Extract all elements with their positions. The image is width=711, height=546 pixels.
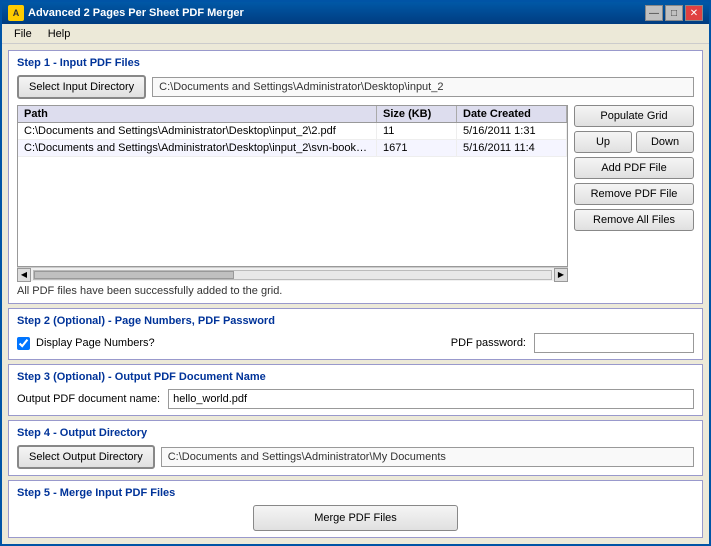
table-row[interactable]: C:\Documents and Settings\Administrator\… (18, 140, 567, 157)
main-window: A Advanced 2 Pages Per Sheet PDF Merger … (0, 0, 711, 546)
step3-section: Step 3 (Optional) - Output PDF Document … (8, 364, 703, 416)
grid-cell-date-1: 5/16/2011 11:4 (457, 140, 567, 156)
menu-bar: File Help (2, 24, 709, 44)
scrollbar-thumb[interactable] (34, 271, 234, 279)
step1-section: Step 1 - Input PDF Files Select Input Di… (8, 50, 703, 304)
up-down-row: Up Down (574, 131, 694, 153)
grid-header-date: Date Created (457, 106, 567, 122)
select-input-dir-button[interactable]: Select Input Directory (17, 75, 146, 99)
step4-section: Step 4 - Output Directory Select Output … (8, 420, 703, 476)
scrollbar-track[interactable] (33, 270, 552, 280)
password-label: PDF password: (451, 337, 526, 349)
side-buttons: Populate Grid Up Down Add PDF File Remov… (574, 105, 694, 297)
merge-pdf-files-button[interactable]: Merge PDF Files (253, 505, 458, 531)
menu-help[interactable]: Help (40, 26, 79, 42)
step5-body: Merge PDF Files (17, 505, 694, 531)
minimize-button[interactable]: — (645, 5, 663, 21)
close-button[interactable]: ✕ (685, 5, 703, 21)
grid-header: Path Size (KB) Date Created (18, 106, 567, 123)
remove-pdf-file-button[interactable]: Remove PDF File (574, 183, 694, 205)
output-name-input[interactable] (168, 389, 694, 409)
step4-title: Step 4 - Output Directory (17, 427, 694, 439)
main-content: Step 1 - Input PDF Files Select Input Di… (2, 44, 709, 544)
grid-cell-path-1: C:\Documents and Settings\Administrator\… (18, 140, 377, 156)
step2-section: Step 2 (Optional) - Page Numbers, PDF Pa… (8, 308, 703, 360)
step1-body: Path Size (KB) Date Created C:\Documents… (17, 105, 694, 297)
output-dir-path: C:\Documents and Settings\Administrator\… (161, 447, 694, 467)
scroll-left-arrow[interactable]: ◀ (17, 268, 31, 282)
table-row[interactable]: C:\Documents and Settings\Administrator\… (18, 123, 567, 140)
grid-cell-size-0: 11 (377, 123, 457, 139)
select-output-dir-button[interactable]: Select Output Directory (17, 445, 155, 469)
password-row: PDF password: (451, 333, 694, 353)
step5-title: Step 5 - Merge Input PDF Files (17, 487, 694, 499)
grid-cell-date-0: 5/16/2011 1:31 (457, 123, 567, 139)
up-button[interactable]: Up (574, 131, 632, 153)
page-numbers-label: Display Page Numbers? (36, 337, 155, 349)
output-name-label: Output PDF document name: (17, 393, 160, 405)
window-title: Advanced 2 Pages Per Sheet PDF Merger (28, 7, 645, 19)
step3-body: Output PDF document name: (17, 389, 694, 409)
input-dir-path: C:\Documents and Settings\Administrator\… (152, 77, 694, 97)
step1-title: Step 1 - Input PDF Files (17, 57, 694, 69)
step1-header: Select Input Directory C:\Documents and … (17, 75, 694, 99)
title-bar: A Advanced 2 Pages Per Sheet PDF Merger … (2, 2, 709, 24)
maximize-button[interactable]: □ (665, 5, 683, 21)
page-numbers-row: Display Page Numbers? (17, 337, 155, 350)
step2-body: Display Page Numbers? PDF password: (17, 333, 694, 353)
menu-file[interactable]: File (6, 26, 40, 42)
scroll-right-arrow[interactable]: ▶ (554, 268, 568, 282)
step5-section: Step 5 - Merge Input PDF Files Merge PDF… (8, 480, 703, 538)
title-buttons: — □ ✕ (645, 5, 703, 21)
grid-header-path: Path (18, 106, 377, 122)
down-button[interactable]: Down (636, 131, 694, 153)
file-grid: Path Size (KB) Date Created C:\Documents… (17, 105, 568, 267)
status-text: All PDF files have been successfully add… (17, 285, 568, 297)
app-icon: A (8, 5, 24, 21)
add-pdf-file-button[interactable]: Add PDF File (574, 157, 694, 179)
horizontal-scrollbar[interactable]: ◀ ▶ (17, 267, 568, 281)
step3-title: Step 3 (Optional) - Output PDF Document … (17, 371, 694, 383)
step4-body: Select Output Directory C:\Documents and… (17, 445, 694, 469)
remove-all-files-button[interactable]: Remove All Files (574, 209, 694, 231)
grid-cell-path-0: C:\Documents and Settings\Administrator\… (18, 123, 377, 139)
display-page-numbers-checkbox[interactable] (17, 337, 30, 350)
populate-grid-button[interactable]: Populate Grid (574, 105, 694, 127)
grid-cell-size-1: 1671 (377, 140, 457, 156)
grid-header-size: Size (KB) (377, 106, 457, 122)
grid-area: Path Size (KB) Date Created C:\Documents… (17, 105, 568, 297)
step2-title: Step 2 (Optional) - Page Numbers, PDF Pa… (17, 315, 694, 327)
password-input[interactable] (534, 333, 694, 353)
